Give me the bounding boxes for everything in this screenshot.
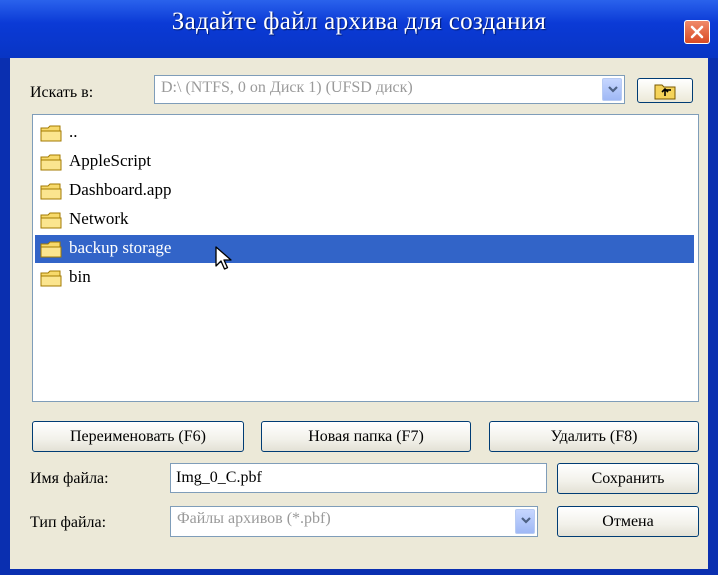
close-button[interactable] xyxy=(684,20,710,44)
filename-label: Имя файла: xyxy=(30,470,109,487)
close-icon xyxy=(690,25,704,39)
file-name: bin xyxy=(69,267,91,286)
look-in-dropdown-button[interactable] xyxy=(602,78,622,101)
chevron-down-icon xyxy=(608,86,618,93)
folder-icon xyxy=(40,125,62,142)
title-bar: Задайте файл архива для создания xyxy=(0,0,718,58)
dialog-title: Задайте файл архива для создания xyxy=(171,8,547,35)
file-name: Dashboard.app xyxy=(69,180,172,199)
folder-icon xyxy=(40,154,62,171)
file-list-item[interactable]: Dashboard.app xyxy=(35,177,694,205)
save-button[interactable]: Сохранить xyxy=(557,463,699,494)
look-in-combo[interactable]: D:\ (NTFS, 0 on Диск 1) (UFSD диск) xyxy=(154,75,625,104)
file-list-item[interactable]: backup storage xyxy=(35,235,694,263)
file-list-item[interactable]: AppleScript xyxy=(35,148,694,176)
filetype-value: Файлы архивов (*.pbf) xyxy=(177,510,331,527)
chevron-down-icon xyxy=(521,517,531,524)
file-name: backup storage xyxy=(69,238,172,257)
save-archive-dialog: Задайте файл архива для создания Искать … xyxy=(0,0,718,575)
filename-input[interactable] xyxy=(170,463,547,493)
folder-icon xyxy=(40,241,62,258)
folder-icon xyxy=(40,183,62,200)
folder-icon xyxy=(40,270,62,287)
look-in-value: D:\ (NTFS, 0 on Диск 1) (UFSD диск) xyxy=(161,79,413,96)
filetype-dropdown-button[interactable] xyxy=(515,509,535,534)
rename-button[interactable]: Переименовать (F6) xyxy=(32,421,244,452)
folder-icon xyxy=(40,212,62,229)
mouse-pointer-icon xyxy=(215,246,232,270)
delete-button[interactable]: Удалить (F8) xyxy=(489,421,699,452)
file-list-item[interactable]: Network xyxy=(35,206,694,234)
file-name: AppleScript xyxy=(69,151,152,170)
folder-up-icon xyxy=(654,84,676,100)
up-one-level-button[interactable] xyxy=(637,78,693,103)
cancel-button[interactable]: Отмена xyxy=(557,506,699,537)
file-list-item[interactable]: bin xyxy=(35,264,694,292)
filetype-combo[interactable]: Файлы архивов (*.pbf) xyxy=(170,506,538,537)
filetype-label: Тип файла: xyxy=(30,514,107,531)
file-list[interactable]: .. AppleScript Dashboard.app Network backup … xyxy=(32,114,699,402)
dialog-body: Искать в: D:\ (NTFS, 0 on Диск 1) (UFSD … xyxy=(10,58,708,569)
look-in-label: Искать в: xyxy=(30,84,94,101)
file-name: .. xyxy=(69,122,78,141)
file-name: Network xyxy=(69,209,129,228)
new-folder-button[interactable]: Новая папка (F7) xyxy=(261,421,471,452)
file-list-item[interactable]: .. xyxy=(35,119,694,147)
